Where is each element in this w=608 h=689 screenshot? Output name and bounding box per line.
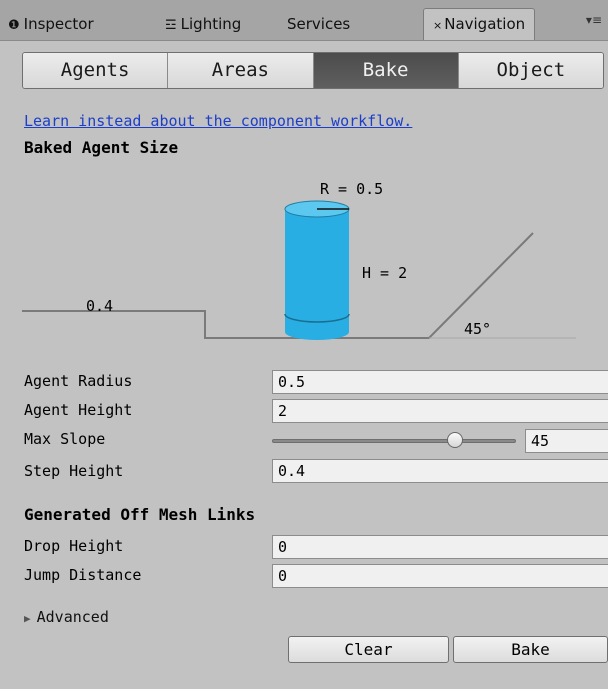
component-workflow-link[interactable]: Learn instead about the component workfl… xyxy=(24,112,412,130)
agent-height-label: Agent Height xyxy=(24,401,133,419)
info-icon: ❶ xyxy=(8,18,20,33)
drop-height-field[interactable]: 0 xyxy=(272,535,608,559)
jump-distance-field[interactable]: 0 xyxy=(272,564,608,588)
navigation-mode-tabs: Agents Areas Bake Object xyxy=(22,52,604,89)
tab-agents[interactable]: Agents xyxy=(23,53,169,88)
close-icon[interactable]: × xyxy=(433,11,442,41)
tab-menu-icon[interactable]: ▾≡ xyxy=(586,13,602,27)
max-slope-slider-track[interactable] xyxy=(272,439,516,443)
lighting-icon: ☲ xyxy=(165,18,177,33)
tab-services[interactable]: Services xyxy=(287,9,350,40)
foldout-arrow-icon: ▶ xyxy=(24,612,31,625)
step-height-field[interactable]: 0.4 xyxy=(272,459,608,483)
agent-radius-field[interactable]: 0.5 xyxy=(272,370,608,394)
tab-lighting[interactable]: ☲ Lighting xyxy=(165,9,241,40)
tab-areas[interactable]: Areas xyxy=(168,53,314,88)
agent-height-field[interactable]: 2 xyxy=(272,399,608,423)
advanced-label: Advanced xyxy=(36,608,109,626)
tab-label: Navigation xyxy=(444,15,526,33)
advanced-foldout[interactable]: ▶ Advanced xyxy=(24,608,109,626)
step-height-label: 0.4 xyxy=(86,297,114,315)
step-height-label-row: Step Height xyxy=(24,462,124,480)
bake-button[interactable]: Bake xyxy=(453,636,608,663)
tab-object[interactable]: Object xyxy=(458,53,603,88)
tab-inspector[interactable]: ❶ Inspector xyxy=(8,9,94,40)
section-title-baked-agent-size: Baked Agent Size xyxy=(24,138,179,157)
drop-height-label: Drop Height xyxy=(24,537,124,555)
tab-label: Inspector xyxy=(23,15,94,33)
agent-diagram-svg xyxy=(22,200,576,340)
jump-distance-label: Jump Distance xyxy=(24,566,142,584)
tab-label: Lighting xyxy=(180,15,242,33)
height-label: H = 2 xyxy=(362,264,408,282)
tab-label: Services xyxy=(287,15,351,33)
max-slope-field[interactable]: 45 xyxy=(525,429,608,453)
ground-line xyxy=(22,232,534,339)
tab-bake[interactable]: Bake xyxy=(313,53,459,88)
max-slope-slider-thumb[interactable] xyxy=(447,432,463,448)
agent-size-diagram: R = 0.5 H = 2 0.4 45° xyxy=(0,160,608,355)
agent-radius-label: Agent Radius xyxy=(24,372,133,390)
max-slope-label: Max Slope xyxy=(24,430,106,448)
tab-navigation[interactable]: × Navigation xyxy=(423,8,536,41)
window-tab-strip: ❶ Inspector ☲ Lighting Services × Navigatio… xyxy=(0,0,608,41)
clear-button[interactable]: Clear xyxy=(288,636,449,663)
section-title-offmesh-links: Generated Off Mesh Links xyxy=(24,505,256,524)
radius-label: R = 0.5 xyxy=(320,180,384,198)
slope-label: 45° xyxy=(464,320,492,338)
